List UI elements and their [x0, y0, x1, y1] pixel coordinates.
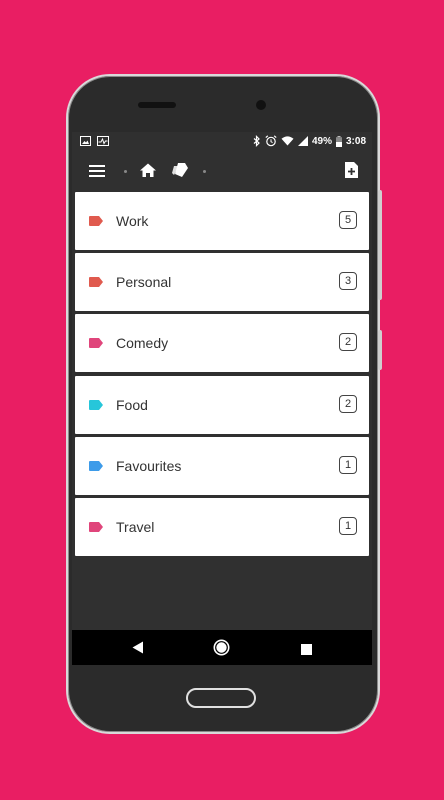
- tag-list: Work 5 Personal 3 Comedy 2 Food 2 Favour…: [75, 192, 369, 559]
- activity-icon: [97, 136, 109, 146]
- list-item[interactable]: Favourites 1: [75, 436, 369, 495]
- list-item[interactable]: Food 2: [75, 375, 369, 434]
- tag-icon: [89, 460, 103, 471]
- note-count-badge: 1: [339, 455, 357, 474]
- tag-label: Comedy: [116, 335, 169, 352]
- front-camera: [256, 100, 266, 110]
- tag-icon: [89, 216, 103, 226]
- volume-button: [378, 190, 382, 300]
- list-item[interactable]: Personal 3: [75, 253, 369, 312]
- tag-icon: [89, 338, 103, 349]
- list-item[interactable]: Work 5: [75, 192, 369, 250]
- note-count-badge: 2: [339, 333, 357, 352]
- tag-label: Food: [116, 396, 148, 413]
- clock: 3:08: [345, 135, 366, 147]
- battery-icon: [335, 135, 342, 147]
- tag-label: Favourites: [116, 457, 182, 474]
- tag-label: Personal: [116, 274, 172, 291]
- earpiece-speaker: [138, 102, 176, 108]
- new-note-icon[interactable]: [345, 162, 358, 183]
- tag-icon: [89, 521, 103, 532]
- bluetooth-icon: [253, 135, 261, 147]
- tags-icon[interactable]: [171, 162, 189, 183]
- breadcrumb-separator: [124, 170, 127, 173]
- hardware-home-button: [186, 688, 256, 708]
- image-icon: [80, 136, 91, 146]
- note-count-badge: 2: [339, 394, 357, 413]
- list-item[interactable]: Comedy 2: [75, 314, 369, 373]
- note-count-badge: 3: [339, 272, 357, 291]
- home-circle-icon[interactable]: [213, 639, 230, 661]
- app-toolbar: [72, 152, 372, 192]
- back-icon[interactable]: [132, 641, 144, 659]
- recents-icon[interactable]: [301, 642, 312, 660]
- battery-percent: 49%: [311, 135, 332, 147]
- power-button: [378, 330, 382, 370]
- tag-icon: [89, 399, 103, 410]
- menu-icon[interactable]: [89, 164, 105, 183]
- alarm-icon: [265, 135, 277, 147]
- note-count-badge: 1: [339, 516, 357, 535]
- note-count-badge: 5: [339, 211, 357, 229]
- home-icon[interactable]: [140, 163, 156, 182]
- tag-label: Travel: [116, 518, 155, 535]
- tag-label: Work: [116, 213, 149, 229]
- wifi-icon: [281, 136, 294, 146]
- list-item[interactable]: Travel 1: [75, 497, 369, 556]
- system-nav-bar: [72, 630, 372, 665]
- status-bar: 49% 3:08: [72, 132, 372, 152]
- screen: 49% 3:08 Work 5 Personal 3 Comedy 2 Food…: [72, 132, 372, 665]
- tag-icon: [89, 277, 103, 288]
- breadcrumb-separator: [203, 170, 206, 173]
- signal-icon: [297, 136, 308, 146]
